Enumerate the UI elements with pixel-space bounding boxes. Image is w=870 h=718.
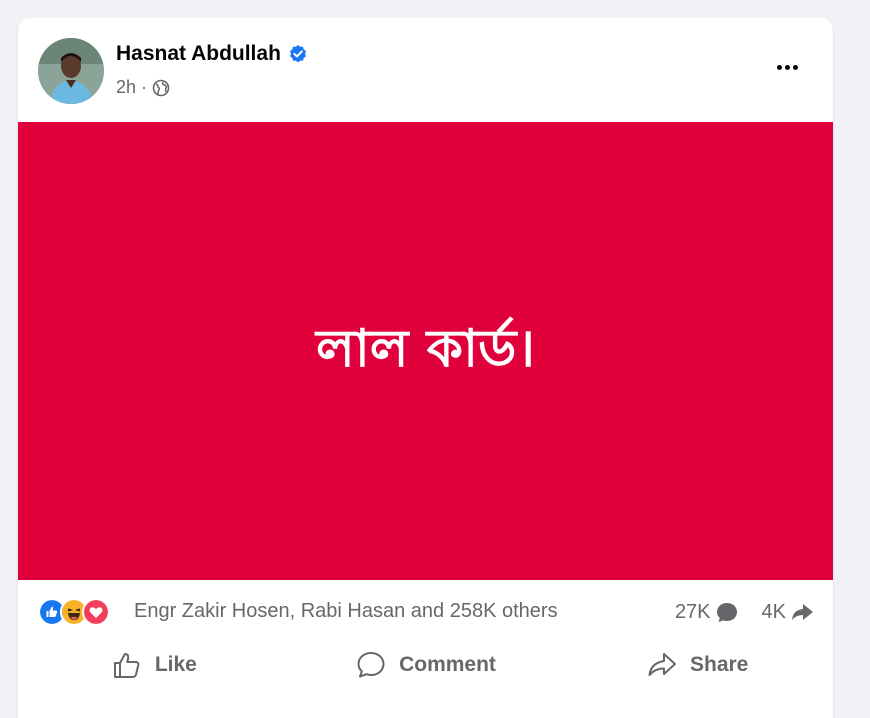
reaction-summary[interactable]: Engr Zakir Hosen, Rabi Hasan and 258K ot… xyxy=(134,600,558,623)
post-actions: Like Comment Share xyxy=(18,642,833,688)
post-image[interactable]: লাল কার্ড। xyxy=(18,122,833,580)
post-image-text: লাল কার্ড। xyxy=(315,318,535,379)
dot xyxy=(792,64,798,70)
comment-label: Comment xyxy=(399,653,496,676)
more-options-button[interactable] xyxy=(769,54,805,80)
globe-icon[interactable] xyxy=(152,79,170,97)
share-icon xyxy=(648,653,676,676)
verified-badge-icon xyxy=(289,45,306,63)
post-header: Hasnat Abdullah 2h · xyxy=(18,18,833,122)
comment-count-value: 27K xyxy=(674,600,711,623)
love-icon xyxy=(82,598,110,626)
post-card: Hasnat Abdullah 2h · লাল কার্ড। Engr Zak… xyxy=(18,18,833,718)
comment-icon xyxy=(357,652,385,678)
comment-count[interactable]: 27K xyxy=(675,600,740,624)
comment-button[interactable]: Comment xyxy=(290,642,562,688)
post-meta: 2h · xyxy=(116,77,170,98)
dot xyxy=(784,64,790,70)
engagement-counts: 27K 4K xyxy=(675,600,815,624)
like-button[interactable]: Like xyxy=(18,642,290,688)
share-label: Share xyxy=(689,653,749,676)
dot xyxy=(776,64,782,70)
share-arrow-icon xyxy=(792,604,813,620)
like-label: Like xyxy=(154,653,197,676)
author-avatar[interactable] xyxy=(38,38,104,104)
post-stats: Engr Zakir Hosen, Rabi Hasan and 258K ot… xyxy=(18,580,833,642)
comment-bubble-icon xyxy=(716,603,737,622)
share-button[interactable]: Share xyxy=(561,642,833,688)
reaction-icons[interactable] xyxy=(38,598,110,626)
meta-separator: · xyxy=(141,77,148,97)
share-count[interactable]: 4K xyxy=(762,600,815,624)
post-time[interactable]: 2h xyxy=(116,77,136,98)
thumbs-up-icon xyxy=(113,653,140,678)
author-name[interactable]: Hasnat Abdullah xyxy=(116,42,281,66)
share-count-value: 4K xyxy=(761,600,786,623)
author-row: Hasnat Abdullah xyxy=(116,42,308,66)
